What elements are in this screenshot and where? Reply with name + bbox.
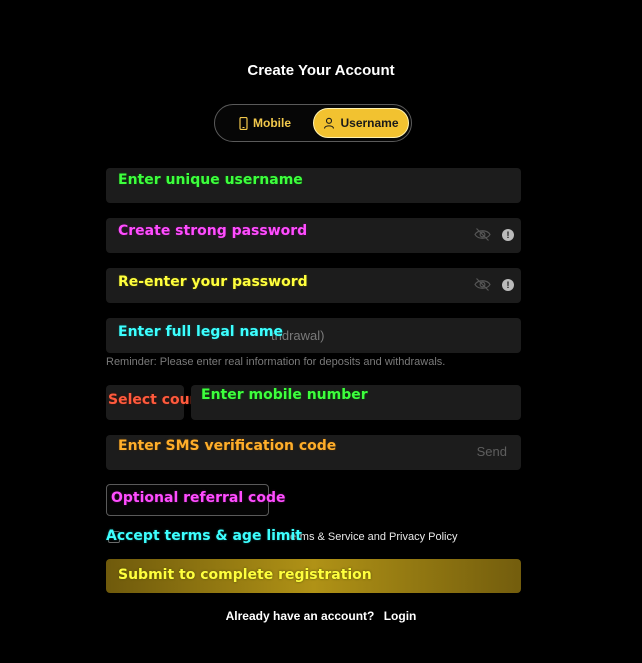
send-code-button[interactable]: Send [477,444,507,459]
login-row: Already have an account? Login [0,609,642,623]
eye-slash-icon[interactable] [474,277,491,292]
login-link[interactable]: Login [384,609,417,623]
referral-annotation: Optional referral code [111,490,286,506]
full-name-placeholder: thdrawal) [271,328,325,343]
page-title: Create Your Account [247,62,395,79]
reminder-text: Reminder: Please enter real information … [106,356,446,368]
username-field[interactable]: Enter unique username [106,168,521,203]
username-input[interactable] [106,168,521,203]
info-icon: ! [502,229,514,241]
login-prompt: Already have an account? [225,609,375,623]
info-icon: ! [502,279,514,291]
tab-mobile[interactable]: Mobile [219,108,311,138]
country-code-select[interactable] [106,385,184,420]
tab-mobile-label: Mobile [253,116,291,130]
tab-username-label: Username [340,116,399,130]
terms-annotation: Accept terms & age limit [106,528,302,544]
password-input[interactable] [106,218,521,253]
user-icon [324,117,335,129]
mobile-number-input[interactable] [191,385,521,420]
sms-code-field[interactable]: Enter SMS verification code Send [106,435,521,470]
submit-button[interactable] [106,559,521,593]
referral-code-field[interactable]: Optional referral code [106,484,285,516]
sms-code-input[interactable] [106,435,521,470]
mobile-number-field[interactable]: Enter mobile number [191,385,521,420]
register-mode-tabs: Mobile Username [214,104,412,142]
phone-icon [239,116,248,130]
terms-checkbox[interactable] [108,531,120,543]
password-field[interactable]: Create strong password ! [106,218,521,253]
confirm-password-input[interactable] [106,268,521,303]
eye-slash-icon[interactable] [474,227,491,242]
tab-username[interactable]: Username [313,108,409,138]
full-name-field[interactable]: thdrawal) Enter full legal name [106,318,521,353]
confirm-password-field[interactable]: Re-enter your password ! [106,268,521,303]
terms-link[interactable]: erms & Service and Privacy Policy [290,531,458,543]
